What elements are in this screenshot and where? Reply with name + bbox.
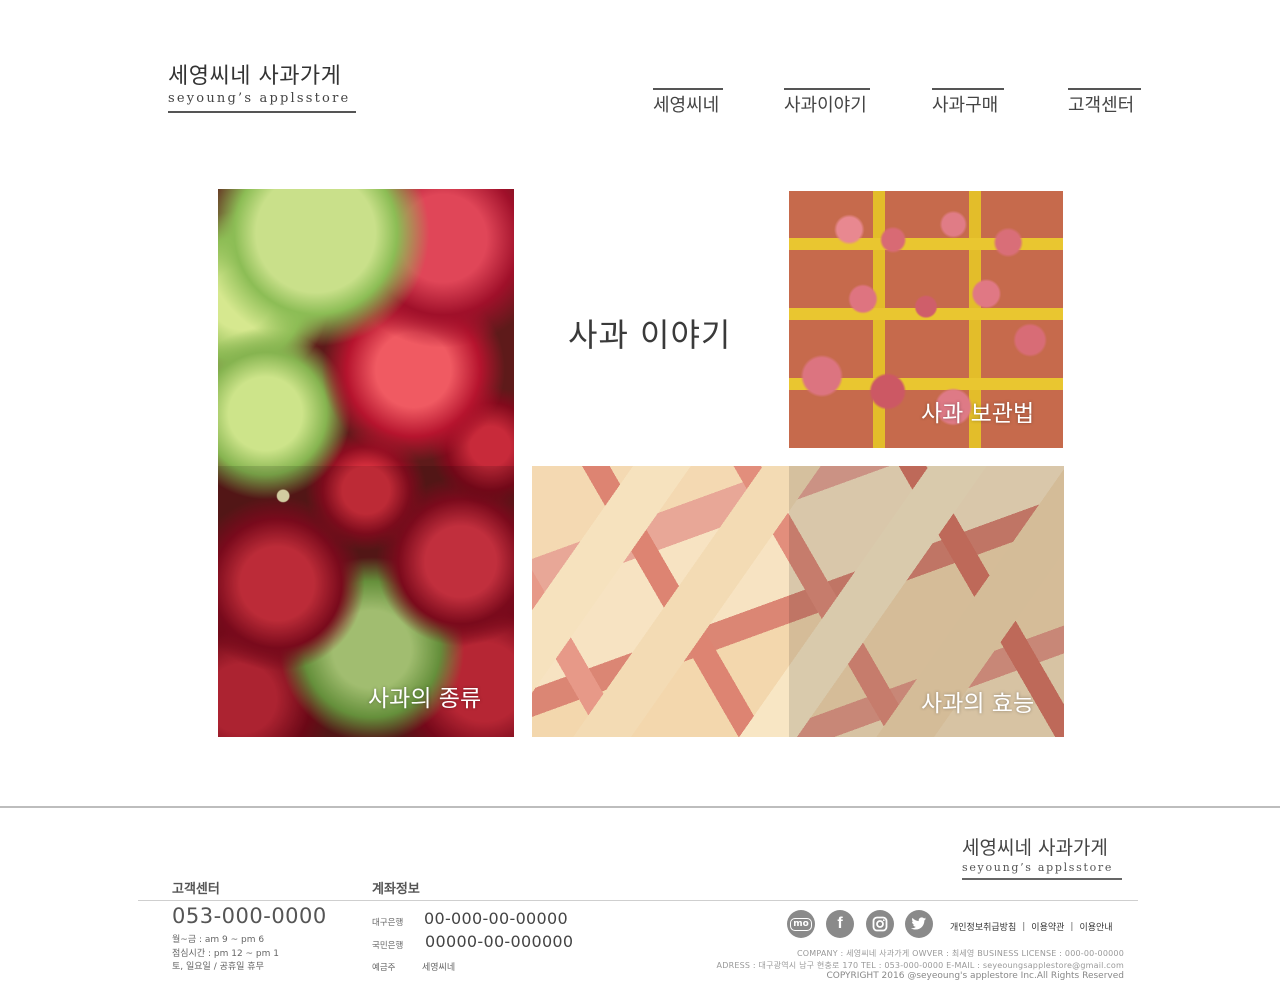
footer-divider: [0, 806, 1280, 808]
nav-item-seyoung[interactable]: 세영씨네: [653, 88, 723, 118]
nav-item-apple-story[interactable]: 사과이야기: [784, 88, 870, 118]
twitter-glyph: [911, 917, 927, 930]
facebook-icon-label: f: [837, 915, 843, 932]
mo-icon-label: mo: [790, 917, 812, 931]
nav-item-label: 세영씨네: [653, 95, 720, 116]
nav-item-bar: [932, 88, 1004, 90]
usage-guide-link[interactable]: 이용안내: [1079, 920, 1112, 933]
bank-label: 대구은행: [372, 918, 404, 928]
link-separator: |: [1022, 921, 1026, 932]
tile-apple-storage-label: 사과 보관법: [921, 401, 1035, 427]
customer-center-hours: 월~금 : am 9 ~ pm 6 점심시간 : pm 12 ~ pm 1 토,…: [172, 934, 279, 975]
tile-apple-benefits-label: 사과의 효능: [921, 691, 1035, 717]
instagram-glyph: [872, 916, 888, 932]
nav-item-label: 사과이야기: [784, 95, 867, 116]
nav-item-label: 고객센터: [1068, 95, 1135, 116]
bank-account-number: 00-000-00-00000: [424, 909, 568, 928]
bank-label: 국민은행: [372, 941, 404, 951]
tile-apple-storage[interactable]: 사과 보관법: [789, 191, 1063, 448]
privacy-policy-link[interactable]: 개인정보취급방침: [950, 920, 1016, 933]
hours-line: 토, 일요일 / 공휴일 휴무: [172, 962, 264, 972]
mo-icon[interactable]: mo: [787, 910, 815, 938]
terms-link[interactable]: 이용약관: [1031, 920, 1064, 933]
nav-item-bar: [784, 88, 870, 90]
account-info-heading: 계좌정보: [372, 882, 420, 897]
footer-brand-name-en: seyoung’s applsstore: [962, 861, 1114, 874]
nav-item-label: 사과구매: [932, 95, 999, 116]
facebook-icon[interactable]: f: [826, 910, 854, 938]
bank-account-number: 00000-00-000000: [425, 932, 574, 951]
address-info: ADRESS : 대구광역시 남구 현충로 170 TEL : 053-000-…: [716, 961, 1124, 970]
account-holder-label: 예금주: [372, 963, 396, 973]
page-title: 사과 이야기: [568, 316, 732, 354]
footer-brand-name-ko: 세영씨네 사과가게: [962, 837, 1108, 859]
company-info: COMPANY : 세영씨네 사과가게 OWVER : 최세영 BUSINESS…: [796, 949, 1124, 958]
instagram-icon[interactable]: [866, 910, 894, 938]
nav-item-bar: [653, 88, 723, 90]
tile-apple-types-label: 사과의 종류: [368, 686, 482, 712]
brand-name-en: seyoung’s applsstore: [168, 91, 351, 106]
customer-center-heading: 고객센터: [172, 882, 220, 897]
twitter-icon[interactable]: [905, 910, 933, 938]
nav-item-customer-center[interactable]: 고객센터: [1068, 88, 1141, 118]
customer-center-phone: 053-000-0000: [172, 904, 327, 928]
nav-item-bar: [1068, 88, 1141, 90]
hours-line: 점심시간 : pm 12 ~ pm 1: [172, 948, 279, 959]
account-holder-name: 세영씨네: [422, 963, 456, 973]
footer-links: 개인정보취급방침 | 이용약관 | 이용안내: [950, 920, 1113, 934]
footer-sub-divider: [138, 900, 1138, 901]
brand-name-ko: 세영씨네 사과가게: [168, 64, 342, 89]
tile-apple-benefits[interactable]: 사과의 효능: [532, 466, 1064, 737]
link-separator: |: [1070, 921, 1074, 932]
nav-item-apple-purchase[interactable]: 사과구매: [932, 88, 1004, 118]
footer-logo: 세영씨네 사과가게 seyoung’s applsstore: [962, 836, 1122, 880]
brand-logo[interactable]: 세영씨네 사과가게 seyoung’s applsstore: [168, 64, 356, 113]
tile-apple-types[interactable]: 사과의 종류: [218, 189, 514, 737]
copyright: COPYRIGHT 2016 @seyeoung's applestore In…: [826, 971, 1124, 981]
hours-line: 월~금 : am 9 ~ pm 6: [172, 935, 265, 945]
